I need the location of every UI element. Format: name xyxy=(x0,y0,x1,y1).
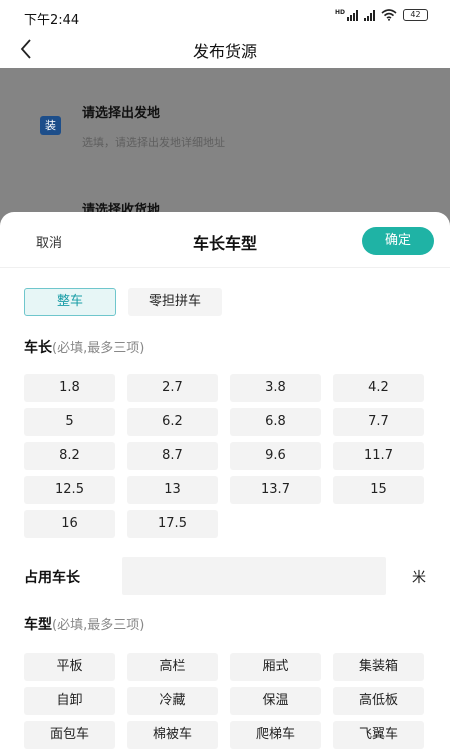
cancel-button[interactable]: 取消 xyxy=(36,232,62,251)
type-option[interactable]: 冷藏 xyxy=(127,687,218,715)
confirm-button[interactable]: 确定 xyxy=(362,227,434,255)
length-option[interactable]: 13 xyxy=(127,476,218,504)
page-title: 发布货源 xyxy=(192,42,257,61)
length-option[interactable]: 6.2 xyxy=(127,408,218,436)
length-option[interactable]: 4.2 xyxy=(333,374,424,402)
length-option[interactable]: 15 xyxy=(333,476,424,504)
type-option[interactable]: 高栏 xyxy=(127,653,218,681)
length-option[interactable]: 12.5 xyxy=(24,476,115,504)
length-section-label: 车长(必填,最多三项) xyxy=(24,337,144,357)
sheet-header: 取消 车长车型 确定 xyxy=(0,212,450,268)
type-option[interactable]: 自卸 xyxy=(24,687,115,715)
load-badge: 装 xyxy=(40,116,61,135)
length-option[interactable]: 6.8 xyxy=(230,408,321,436)
type-hint: (必填,最多三项) xyxy=(52,618,145,633)
occupy-length-input[interactable] xyxy=(122,557,386,595)
type-option[interactable]: 集装箱 xyxy=(333,653,424,681)
status-icons: HD 42 xyxy=(335,9,428,21)
origin-subtitle: 选填，请选择出发地详细地址 xyxy=(82,136,225,149)
length-option[interactable]: 8.2 xyxy=(24,442,115,470)
length-option[interactable]: 9.6 xyxy=(230,442,321,470)
nav-bar: 发布货源 xyxy=(0,32,450,68)
battery-icon: 42 xyxy=(403,9,428,21)
length-option[interactable]: 13.7 xyxy=(230,476,321,504)
type-option[interactable]: 厢式 xyxy=(230,653,321,681)
type-option[interactable]: 保温 xyxy=(230,687,321,715)
length-option[interactable]: 2.7 xyxy=(127,374,218,402)
length-option[interactable]: 7.7 xyxy=(333,408,424,436)
length-option[interactable]: 17.5 xyxy=(127,510,218,538)
wifi-icon xyxy=(381,9,397,21)
type-option[interactable]: 面包车 xyxy=(24,721,115,749)
type-option[interactable]: 飞翼车 xyxy=(333,721,424,749)
occupy-length-label: 占用车长 xyxy=(24,570,80,586)
type-option[interactable]: 高低板 xyxy=(333,687,424,715)
length-label: 车长 xyxy=(24,340,52,356)
length-option[interactable]: 5 xyxy=(24,408,115,436)
network-type-label: HD xyxy=(334,8,345,16)
length-option[interactable]: 16 xyxy=(24,510,115,538)
type-option[interactable]: 棉被车 xyxy=(127,721,218,749)
load-mode-tabs: 整车 零担拼车 xyxy=(24,288,222,316)
type-section-label: 车型(必填,最多三项) xyxy=(24,614,144,634)
length-options-grid: 1.8 2.7 3.8 4.2 5 6.2 6.8 7.7 8.2 8.7 9.6 11.7 12.5 1… xyxy=(24,374,434,538)
type-label: 车型 xyxy=(24,617,52,633)
tab-ltl-carpool[interactable]: 零担拼车 xyxy=(128,288,222,316)
length-option[interactable]: 11.7 xyxy=(333,442,424,470)
type-options-grid: 平板 高栏 厢式 集装箱自卸 冷藏 保温 高低板面包车 棉被车 爬梯车 飞翼车 xyxy=(24,653,434,749)
length-hint: (必填,最多三项) xyxy=(52,341,145,356)
cellular-signal-icon: HD xyxy=(334,8,358,21)
cellular-signal-icon-2 xyxy=(364,9,375,21)
tab-full-truck[interactable]: 整车 xyxy=(24,288,116,316)
status-time: 下午2:44 xyxy=(24,13,80,28)
length-option[interactable]: 8.7 xyxy=(127,442,218,470)
type-option[interactable]: 平板 xyxy=(24,653,115,681)
unit-label: 米 xyxy=(412,570,426,586)
length-option[interactable]: 3.8 xyxy=(230,374,321,402)
status-bar: 下午2:44 HD 42 xyxy=(0,0,450,32)
type-option[interactable]: 爬梯车 xyxy=(230,721,321,749)
origin-title: 请选择出发地 xyxy=(82,106,161,121)
length-option[interactable]: 1.8 xyxy=(24,374,115,402)
vehicle-type-sheet: 取消 车长车型 确定 整车 零担拼车 车长(必填,最多三项) 1.8 2.7 3.8… xyxy=(0,212,450,750)
